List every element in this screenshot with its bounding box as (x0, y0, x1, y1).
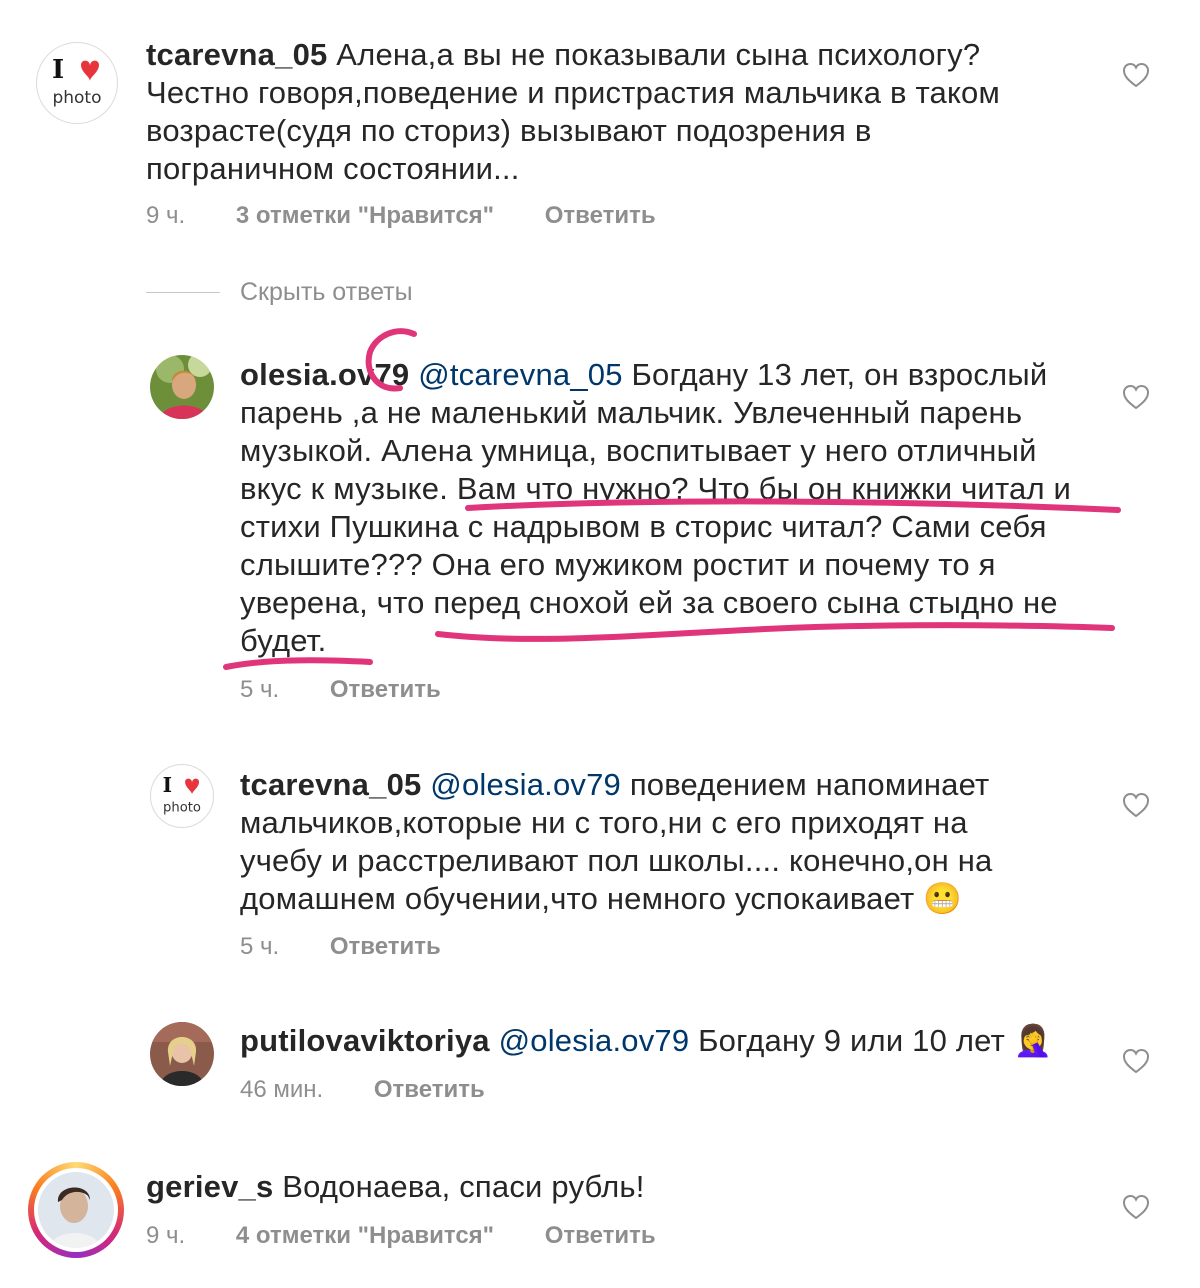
avatar[interactable] (150, 355, 214, 419)
comment-text: Водонаева, спаси рубль! (282, 1169, 645, 1204)
comment-body: tcarevna_05 Алена,а вы не показывали сын… (146, 36, 1046, 188)
reply-text: Богдану 13 лет, он взрослый парень ,а не… (240, 357, 1072, 658)
reply-body: putilovaviktoriya @olesia.ov79 Богдану 9… (240, 1022, 1100, 1060)
username-link[interactable]: geriev_s (146, 1169, 273, 1204)
heart-icon[interactable] (1122, 792, 1150, 818)
timestamp: 5 ч. (240, 676, 280, 703)
svg-text:photo: photo (163, 801, 201, 816)
reply-body: tcarevna_05 @olesia.ov79 поведением напо… (240, 766, 1040, 918)
timestamp: 46 мин. (240, 1076, 324, 1103)
heart-icon[interactable] (1122, 1194, 1150, 1220)
reply-meta: 5 ч. Ответить (240, 933, 485, 961)
avatar[interactable]: I photo (36, 42, 118, 124)
reply-button[interactable]: Ответить (374, 1076, 485, 1103)
timestamp: 5 ч. (240, 933, 280, 960)
heart-icon[interactable] (1122, 62, 1150, 88)
timestamp: 9 ч. (146, 202, 186, 229)
hide-replies-button[interactable]: Скрыть ответы (146, 278, 413, 307)
comment-meta: 9 ч. 4 отметки "Нравится" Ответить (146, 1222, 700, 1250)
username-link[interactable]: olesia.ov79 (240, 357, 409, 392)
svg-text:I: I (163, 773, 172, 797)
mention-link[interactable]: @olesia.ov79 (430, 767, 621, 802)
heart-icon[interactable] (1122, 384, 1150, 410)
avatar-photo (38, 1172, 114, 1248)
reply-text: Богдану 9 или 10 лет 🤦‍♀️ (698, 1023, 1053, 1058)
story-ring[interactable] (28, 1162, 124, 1258)
avatar[interactable] (150, 1022, 214, 1086)
reply-button[interactable]: Ответить (330, 933, 441, 960)
i-love-photo-icon: I photo (52, 55, 102, 108)
i-love-photo-icon: I photo (163, 773, 201, 816)
username-link[interactable]: tcarevna_05 (146, 37, 327, 72)
comment-body: geriev_s Водонаева, спаси рубль! (146, 1168, 1046, 1206)
likes-count[interactable]: 4 отметки "Нравится" (236, 1222, 494, 1249)
reply-body: olesia.ov79 @tcarevna_05 Богдану 13 лет,… (240, 356, 1100, 660)
reply-meta: 5 ч. Ответить (240, 676, 485, 704)
avatar[interactable]: I photo (150, 764, 214, 828)
reply-meta: 46 мин. Ответить (240, 1076, 529, 1104)
username-link[interactable]: tcarevna_05 (240, 767, 421, 802)
svg-text:I: I (52, 55, 64, 85)
hide-replies-label: Скрыть ответы (240, 278, 413, 306)
annotation-underline-3 (223, 657, 373, 670)
avatar-photo (150, 355, 214, 419)
timestamp: 9 ч. (146, 1222, 186, 1249)
svg-text:photo: photo (52, 88, 101, 108)
divider (146, 292, 220, 293)
avatar (34, 1168, 118, 1252)
reply-button[interactable]: Ответить (545, 202, 656, 229)
username-link[interactable]: putilovaviktoriya (240, 1023, 490, 1058)
reply-button[interactable]: Ответить (545, 1222, 656, 1249)
avatar-photo (150, 1022, 214, 1086)
likes-count[interactable]: 3 отметки "Нравится" (236, 202, 494, 229)
comment-meta: 9 ч. 3 отметки "Нравится" Ответить (146, 202, 700, 230)
reply-button[interactable]: Ответить (330, 676, 441, 703)
heart-icon[interactable] (1122, 1048, 1150, 1074)
mention-link[interactable]: @tcarevna_05 (418, 357, 623, 392)
mention-link[interactable]: @olesia.ov79 (499, 1023, 690, 1058)
